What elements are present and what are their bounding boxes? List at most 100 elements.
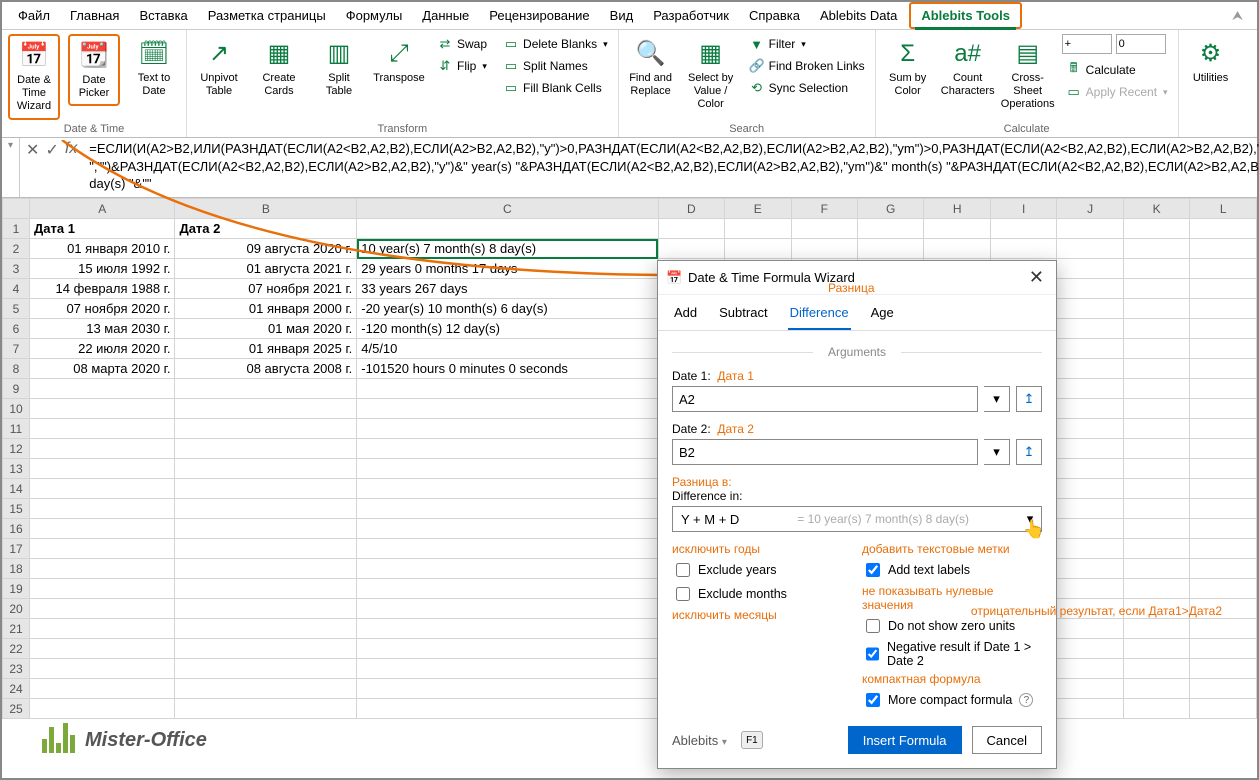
cell[interactable]: [725, 219, 791, 239]
date2-input[interactable]: [672, 439, 978, 465]
col-header[interactable]: E: [725, 199, 791, 219]
cell[interactable]: [1057, 419, 1123, 439]
cell[interactable]: [1057, 379, 1123, 399]
cell[interactable]: 01 января 2000 г.: [175, 299, 357, 319]
cell[interactable]: [30, 419, 175, 439]
create-cards-button[interactable]: ▦Create Cards: [253, 34, 305, 102]
cell[interactable]: 14 февраля 1988 г.: [30, 279, 175, 299]
fx-icon[interactable]: fx: [65, 140, 77, 158]
menu-review[interactable]: Рецензирование: [479, 4, 599, 27]
cell[interactable]: [357, 619, 658, 639]
date2-dropdown[interactable]: ▾: [984, 439, 1010, 465]
cell[interactable]: [1190, 559, 1257, 579]
menu-insert[interactable]: Вставка: [129, 4, 197, 27]
cell[interactable]: [1190, 419, 1257, 439]
collapse-ribbon-icon[interactable]: ⮝: [1224, 4, 1251, 28]
cell[interactable]: [1123, 299, 1189, 319]
row-header[interactable]: 24: [3, 679, 30, 699]
calc-op-input[interactable]: [1062, 34, 1112, 54]
row-header[interactable]: 11: [3, 419, 30, 439]
flip-button[interactable]: ⇵Flip▾: [433, 56, 491, 76]
cell[interactable]: [175, 459, 357, 479]
cell[interactable]: [990, 219, 1056, 239]
cell[interactable]: [1190, 399, 1257, 419]
cell[interactable]: [1123, 219, 1189, 239]
cell[interactable]: [357, 379, 658, 399]
cell[interactable]: [1190, 339, 1257, 359]
menu-formulas[interactable]: Формулы: [336, 4, 413, 27]
count-chars-button[interactable]: a#Count Characters: [942, 34, 994, 102]
cancel-formula-icon[interactable]: ✕: [26, 140, 39, 160]
row-header[interactable]: 4: [3, 279, 30, 299]
cell[interactable]: 13 мая 2030 г.: [30, 319, 175, 339]
chk-add-labels[interactable]: Add text labels: [862, 560, 1042, 580]
split-names-button[interactable]: ▭Split Names: [499, 56, 612, 76]
find-broken-links-button[interactable]: 🔗Find Broken Links: [745, 56, 869, 76]
row-header[interactable]: 23: [3, 659, 30, 679]
cell[interactable]: [1190, 619, 1257, 639]
row-header[interactable]: 8: [3, 359, 30, 379]
cell[interactable]: [1190, 639, 1257, 659]
cell[interactable]: [30, 579, 175, 599]
row-header[interactable]: 17: [3, 539, 30, 559]
cell[interactable]: [30, 479, 175, 499]
calc-val-input[interactable]: [1116, 34, 1166, 54]
menu-developer[interactable]: Разработчик: [643, 4, 739, 27]
cell[interactable]: [1123, 399, 1189, 419]
cell[interactable]: [1190, 499, 1257, 519]
diff-select[interactable]: Y + M + D = 10 year(s) 7 month(s) 8 day(…: [672, 506, 1042, 532]
insert-formula-button[interactable]: Insert Formula: [848, 726, 962, 754]
row-header[interactable]: 5: [3, 299, 30, 319]
cell[interactable]: 09 августа 2020 г.: [175, 239, 357, 259]
col-header[interactable]: K: [1123, 199, 1189, 219]
cell[interactable]: [357, 679, 658, 699]
cell[interactable]: [1123, 439, 1189, 459]
cell[interactable]: [1057, 539, 1123, 559]
text-to-date-button[interactable]: 🗓Text to Date: [128, 34, 180, 102]
cell[interactable]: -20 year(s) 10 month(s) 6 day(s): [357, 299, 658, 319]
cell[interactable]: [30, 559, 175, 579]
cell[interactable]: 01 мая 2020 г.: [175, 319, 357, 339]
cell[interactable]: [30, 659, 175, 679]
cell[interactable]: [357, 659, 658, 679]
cell[interactable]: [175, 419, 357, 439]
cell[interactable]: [1057, 399, 1123, 419]
menu-home[interactable]: Главная: [60, 4, 129, 27]
row-header[interactable]: 10: [3, 399, 30, 419]
cell[interactable]: [175, 559, 357, 579]
cell[interactable]: [357, 419, 658, 439]
fill-blanks-button[interactable]: ▭Fill Blank Cells: [499, 78, 612, 98]
cell[interactable]: [1123, 539, 1189, 559]
row-header[interactable]: 1: [3, 219, 30, 239]
row-header[interactable]: 12: [3, 439, 30, 459]
swap-button[interactable]: ⇄Swap: [433, 34, 491, 54]
cell[interactable]: 33 years 267 days: [357, 279, 658, 299]
cell[interactable]: [30, 399, 175, 419]
help-icon[interactable]: ?: [1019, 693, 1033, 707]
row-header[interactable]: 19: [3, 579, 30, 599]
cell[interactable]: [1123, 559, 1189, 579]
row-header[interactable]: 25: [3, 699, 30, 719]
cell[interactable]: [1057, 699, 1123, 719]
cell[interactable]: [357, 519, 658, 539]
cell[interactable]: [1123, 359, 1189, 379]
cell[interactable]: [30, 639, 175, 659]
row-header[interactable]: 2: [3, 239, 30, 259]
cell[interactable]: [1190, 699, 1257, 719]
cell[interactable]: [357, 439, 658, 459]
date2-refpicker[interactable]: ↥: [1016, 439, 1042, 465]
cell[interactable]: [175, 699, 357, 719]
col-header[interactable]: H: [924, 199, 990, 219]
transpose-button[interactable]: ⤢Transpose: [373, 34, 425, 89]
cell[interactable]: [791, 239, 857, 259]
cell[interactable]: [30, 679, 175, 699]
row-header[interactable]: 20: [3, 599, 30, 619]
find-replace-button[interactable]: 🔍Find and Replace: [625, 34, 677, 102]
cell[interactable]: [1190, 279, 1257, 299]
cell[interactable]: [30, 379, 175, 399]
col-header[interactable]: J: [1057, 199, 1123, 219]
cell[interactable]: [30, 699, 175, 719]
menu-pagelayout[interactable]: Разметка страницы: [198, 4, 336, 27]
cell[interactable]: [175, 479, 357, 499]
cell[interactable]: [1057, 239, 1123, 259]
